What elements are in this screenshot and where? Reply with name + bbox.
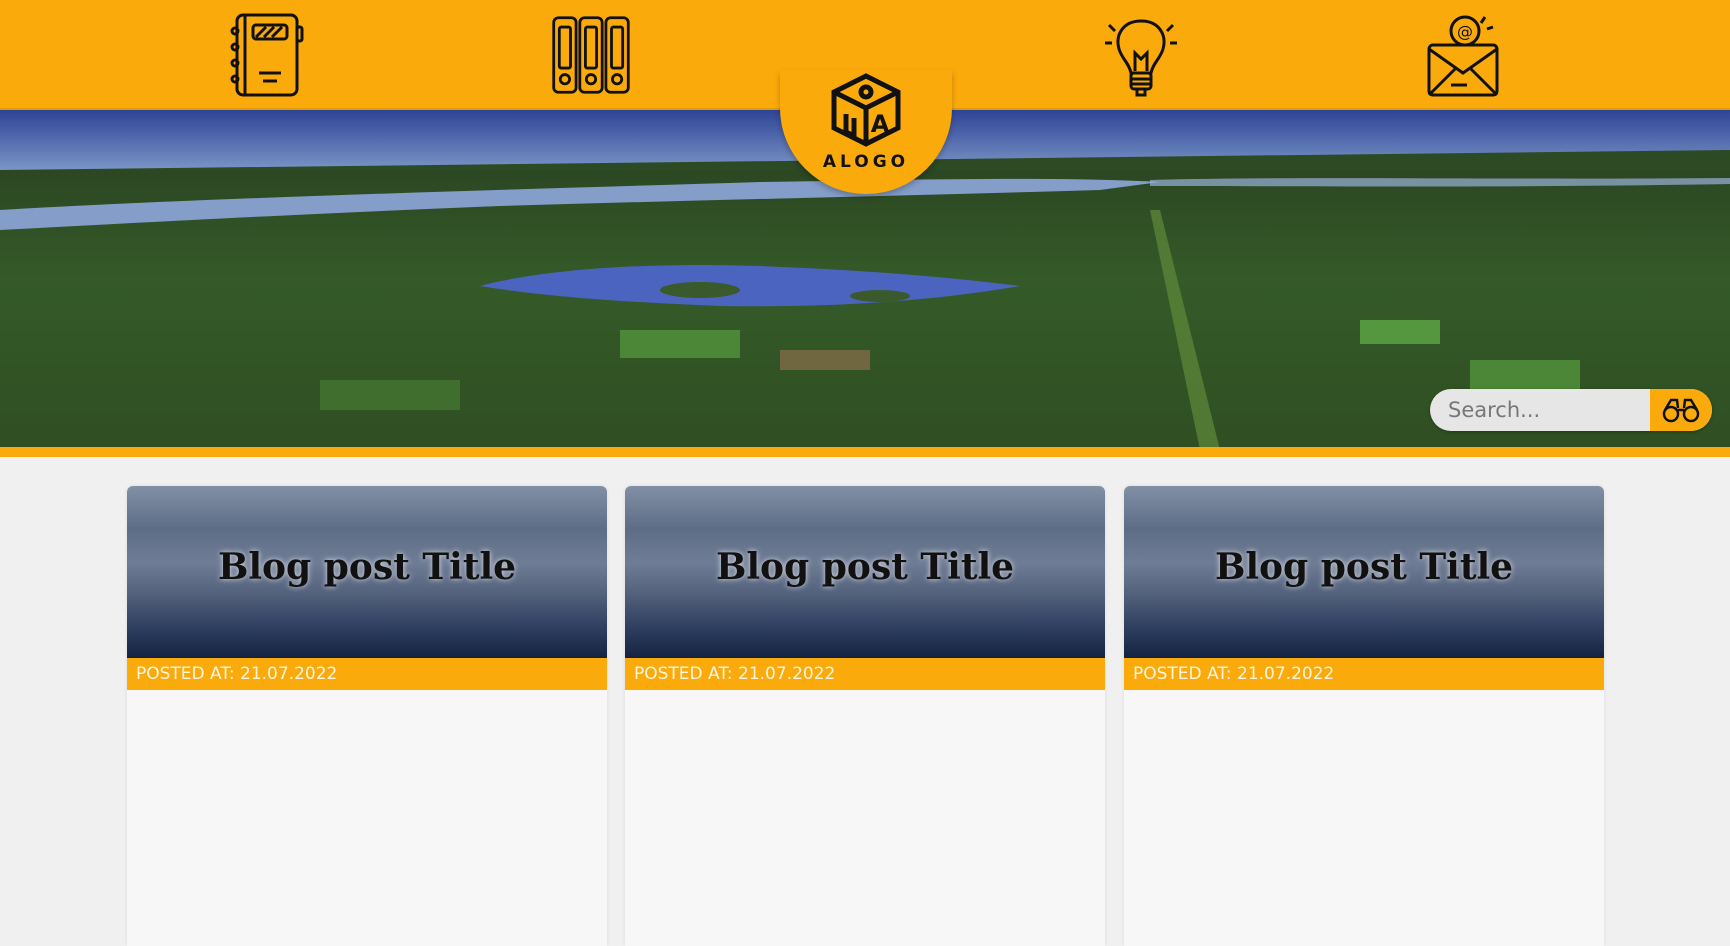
svg-text:A: A bbox=[871, 110, 890, 138]
cube-logo-icon: A bbox=[831, 73, 901, 147]
notebook-icon[interactable] bbox=[220, 10, 310, 100]
binoculars-icon bbox=[1662, 398, 1700, 423]
post-title[interactable]: Blog post Title bbox=[625, 546, 1105, 588]
search-button[interactable] bbox=[1650, 389, 1712, 431]
binders-icon[interactable] bbox=[546, 10, 636, 100]
search-input[interactable] bbox=[1430, 389, 1658, 431]
post-title[interactable]: Blog post Title bbox=[127, 546, 607, 588]
lightbulb-icon[interactable] bbox=[1096, 10, 1186, 100]
post-title[interactable]: Blog post Title bbox=[1124, 546, 1604, 588]
logo-text: ALOGO bbox=[822, 152, 910, 172]
email-icon[interactable]: @ bbox=[1418, 10, 1508, 100]
post-date: POSTED AT: 21.07.2022 bbox=[1124, 658, 1604, 690]
blog-post-card[interactable]: Blog post Title POSTED AT: 21.07.2022 bbox=[1124, 486, 1604, 946]
post-date: POSTED AT: 21.07.2022 bbox=[625, 658, 1105, 690]
svg-text:@: @ bbox=[1457, 22, 1473, 41]
blog-post-card[interactable]: Blog post Title POSTED AT: 21.07.2022 bbox=[127, 486, 607, 946]
search-bar bbox=[1430, 389, 1712, 431]
blog-post-card[interactable]: Blog post Title POSTED AT: 21.07.2022 bbox=[625, 486, 1105, 946]
hero-bottom-bar bbox=[0, 447, 1730, 457]
post-date: POSTED AT: 21.07.2022 bbox=[127, 658, 607, 690]
